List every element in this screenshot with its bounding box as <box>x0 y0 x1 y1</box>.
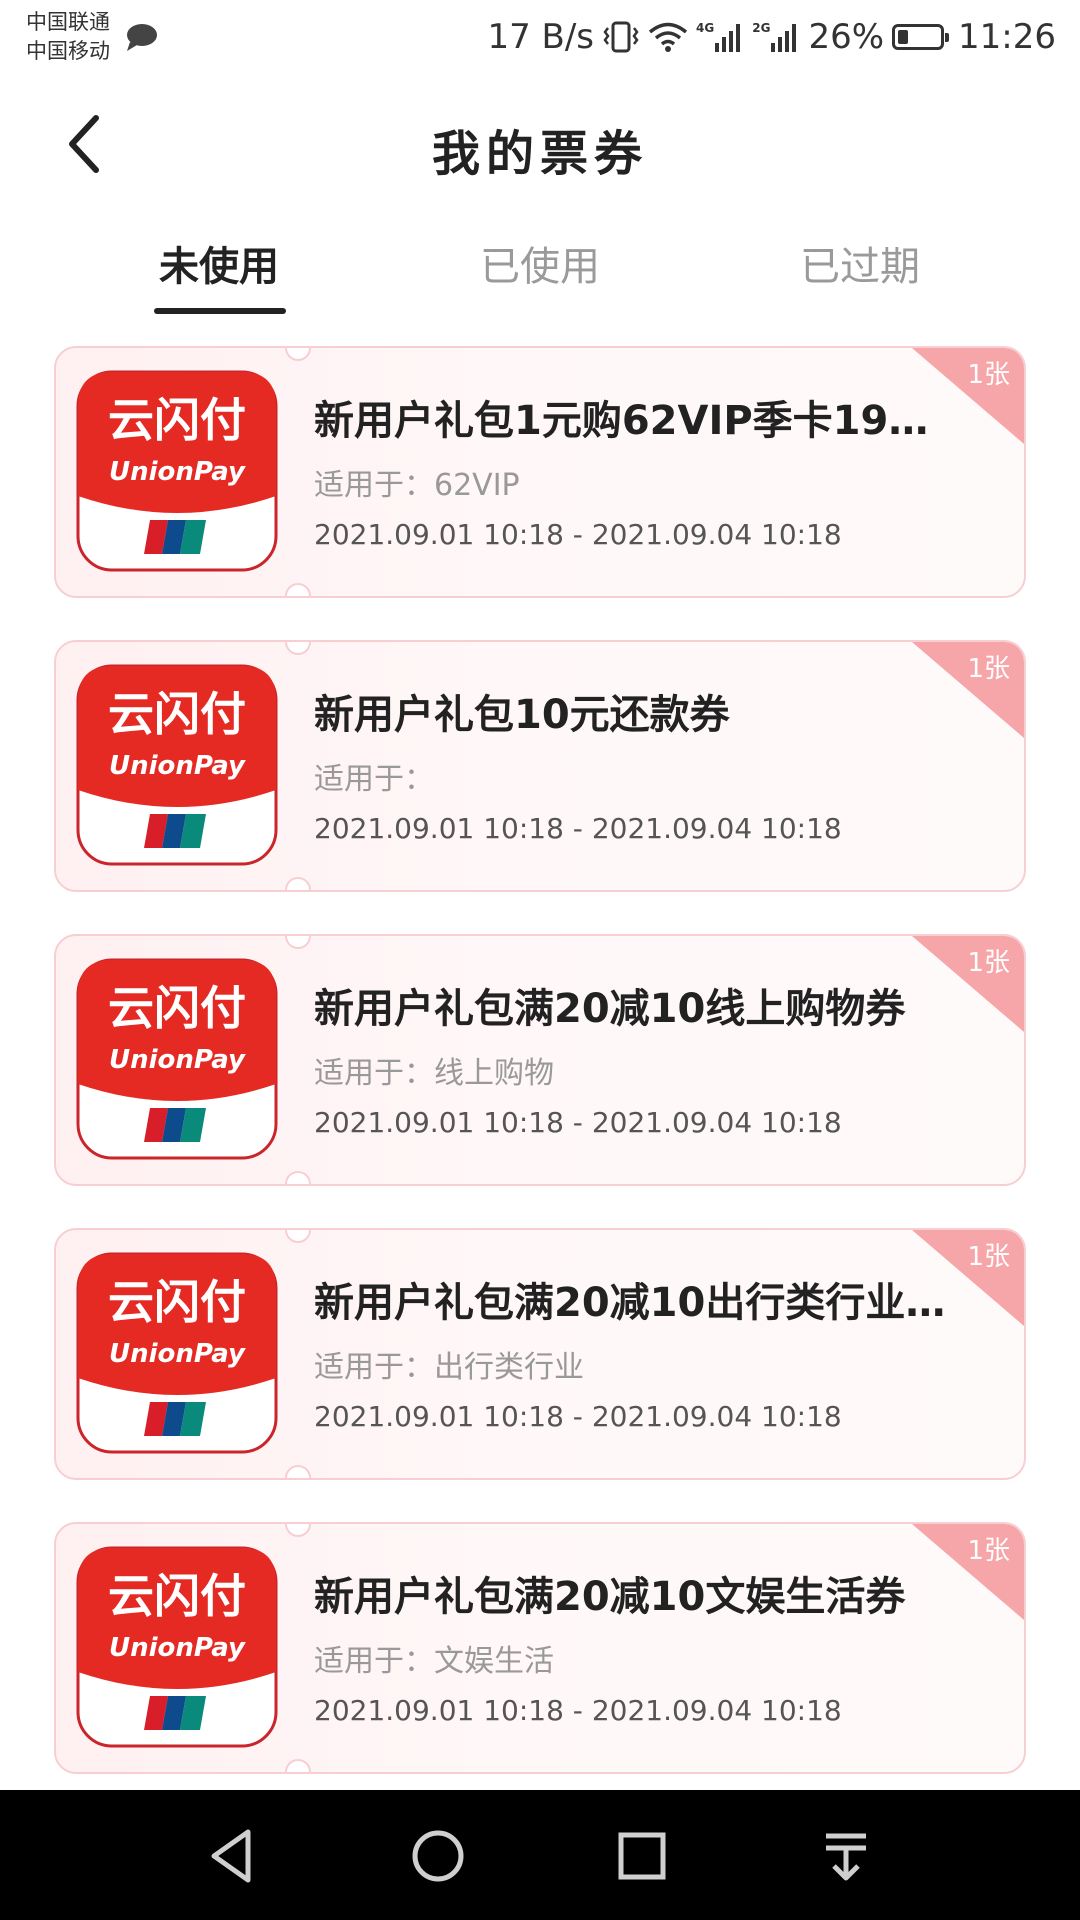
notification-pulldown-button[interactable] <box>810 1820 882 1892</box>
tab-unused[interactable]: 未使用 <box>99 234 339 292</box>
badge-count: 1张 <box>967 948 1010 978</box>
ticket-notch <box>285 936 311 949</box>
ticket-notch <box>285 1759 311 1772</box>
vibrate-icon <box>603 21 639 53</box>
carrier-2: 中国移动 <box>26 39 110 63</box>
ticket-notch <box>285 642 311 655</box>
quantity-badge: 1张 <box>912 1524 1024 1620</box>
coupon-title: 新用户礼包满20减10出行类行业线... <box>314 1280 954 1326</box>
quantity-badge: 1张 <box>912 1230 1024 1326</box>
battery-icon <box>892 24 950 50</box>
carrier-1: 中国联通 <box>26 10 110 34</box>
tab-bar: 未使用 已使用 已过期 <box>0 212 1080 322</box>
coupon-applies-to: 适用于： <box>314 762 434 797</box>
coupon-applies-to: 适用于：线上购物 <box>314 1056 554 1091</box>
pull-down-icon <box>826 1833 866 1881</box>
coupon-title: 新用户礼包1元购62VIP季卡19元立... <box>314 398 954 444</box>
battery-percent: 26% <box>808 17 885 57</box>
logo-name-en: UnionPay <box>109 1045 246 1075</box>
unionpay-logo-icon: 云闪付 UnionPay <box>76 958 278 1160</box>
signal-bars-icon <box>771 24 797 52</box>
net-type-1: 4G <box>696 21 715 35</box>
logo-name-en: UnionPay <box>109 457 246 487</box>
tab-expired[interactable]: 已过期 <box>740 234 980 292</box>
status-indicators: 17 B/s 4G 2G 26% 11:26 <box>479 14 1056 60</box>
wifi-icon <box>648 22 688 52</box>
badge-count: 1张 <box>967 654 1010 684</box>
coupon-card[interactable]: 云闪付 UnionPay 新用户礼包满20减10线上购物券 适用于：线上购物 2… <box>54 934 1026 1186</box>
quantity-badge: 1张 <box>912 642 1024 738</box>
logo-name-en: UnionPay <box>109 751 246 781</box>
system-navigation-bar <box>0 1790 1080 1920</box>
logo-name-en: UnionPay <box>109 1633 246 1663</box>
ticket-notch <box>285 877 311 890</box>
system-home-button[interactable] <box>402 1820 474 1892</box>
system-back-button[interactable] <box>198 1820 270 1892</box>
ticket-notch <box>285 1171 311 1184</box>
coupon-title: 新用户礼包满20减10文娱生活券 <box>314 1574 906 1620</box>
logo-name-cn: 云闪付 <box>108 981 246 1035</box>
logo-name-cn: 云闪付 <box>108 687 246 741</box>
coupon-title: 新用户礼包10元还款券 <box>314 692 730 738</box>
net-speed: 17 B/s <box>487 17 595 57</box>
logo-name-cn: 云闪付 <box>108 393 246 447</box>
logo-name-cn: 云闪付 <box>108 1275 246 1329</box>
unionpay-logo-icon: 云闪付 UnionPay <box>76 1252 278 1454</box>
badge-count: 1张 <box>967 360 1010 390</box>
signal-2: 2G <box>752 21 800 53</box>
header: 我的票券 <box>0 74 1080 212</box>
signal-bars-icon <box>715 24 741 52</box>
coupon-applies-to: 适用于：文娱生活 <box>314 1644 554 1679</box>
logo-name-en: UnionPay <box>109 1339 246 1369</box>
system-recents-button[interactable] <box>606 1820 678 1892</box>
coupon-card[interactable]: 云闪付 UnionPay 新用户礼包满20减10文娱生活券 适用于：文娱生活 2… <box>54 1522 1026 1774</box>
unionpay-logo-icon: 云闪付 UnionPay <box>76 1546 278 1748</box>
signal-1: 4G <box>696 21 744 53</box>
coupon-card[interactable]: 云闪付 UnionPay 新用户礼包10元还款券 适用于： 2021.09.01… <box>54 640 1026 892</box>
clock: 11:26 <box>958 17 1056 57</box>
status-bar: 中国联通 中国移动 17 B/s 4G 2G 26% 11:26 <box>0 0 1080 74</box>
coupon-title: 新用户礼包满20减10线上购物券 <box>314 986 906 1032</box>
tab-used[interactable]: 已使用 <box>420 234 660 292</box>
net-type-2: 2G <box>752 21 771 35</box>
badge-count: 1张 <box>967 1242 1010 1272</box>
ticket-notch <box>285 583 311 596</box>
chat-bubble-icon <box>127 24 157 51</box>
unionpay-logo-icon: 云闪付 UnionPay <box>76 664 278 866</box>
coupon-validity: 2021.09.01 10:18 - 2021.09.04 10:18 <box>314 1400 842 1433</box>
coupon-validity: 2021.09.01 10:18 - 2021.09.04 10:18 <box>314 1694 842 1727</box>
square-recents-icon <box>618 1832 666 1880</box>
triangle-back-icon <box>211 1829 251 1883</box>
active-tab-indicator <box>154 308 286 314</box>
battery-level <box>898 30 909 44</box>
ticket-notch <box>285 1524 311 1537</box>
coupon-card[interactable]: 云闪付 UnionPay 新用户礼包1元购62VIP季卡19元立... 适用于：… <box>54 346 1026 598</box>
coupon-validity: 2021.09.01 10:18 - 2021.09.04 10:18 <box>314 1106 842 1139</box>
carrier-info: 中国联通 中国移动 <box>26 8 110 66</box>
logo-name-cn: 云闪付 <box>108 1569 246 1623</box>
coupon-validity: 2021.09.01 10:18 - 2021.09.04 10:18 <box>314 518 842 551</box>
coupon-applies-to: 适用于：出行类行业 <box>314 1350 584 1385</box>
page-title: 我的票券 <box>431 126 648 182</box>
unionpay-logo-icon: 云闪付 UnionPay <box>76 370 278 572</box>
quantity-badge: 1张 <box>912 936 1024 1032</box>
coupon-card[interactable]: 云闪付 UnionPay 新用户礼包满20减10出行类行业线... 适用于：出行… <box>54 1228 1026 1480</box>
circle-home-icon <box>412 1830 464 1882</box>
coupon-applies-to: 适用于：62VIP <box>314 468 520 503</box>
ticket-notch <box>285 1465 311 1478</box>
ticket-notch <box>285 348 311 361</box>
badge-count: 1张 <box>967 1536 1010 1566</box>
screen: 中国联通 中国移动 17 B/s 4G 2G 26% 11:26 我的票券 未使… <box>0 0 1080 1920</box>
ticket-notch <box>285 1230 311 1243</box>
quantity-badge: 1张 <box>912 348 1024 444</box>
coupon-validity: 2021.09.01 10:18 - 2021.09.04 10:18 <box>314 812 842 845</box>
